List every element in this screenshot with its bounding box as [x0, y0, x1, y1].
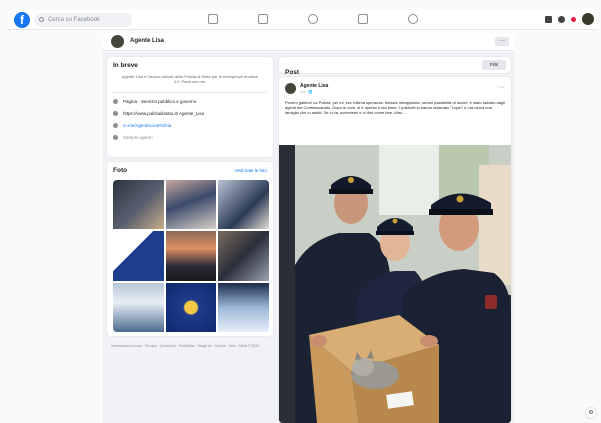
post-author-name[interactable]: Agente Lisa [300, 83, 328, 89]
profile-avatar[interactable] [111, 35, 124, 48]
search-input[interactable]: Cerca su Facebook [34, 13, 132, 27]
post-photo[interactable] [279, 145, 511, 423]
intro-card: In breve Agente Lisa è l'amica virtuale … [107, 57, 273, 157]
photo-thumbnail[interactable] [218, 180, 269, 230]
account-avatar[interactable] [582, 13, 594, 25]
post-card: Agente Lisa 4 d · 🌐 ··· Povero gattino! … [279, 77, 511, 423]
messenger-icon[interactable] [558, 15, 565, 23]
photo-thumbnail[interactable] [165, 180, 217, 230]
globe-icon [113, 135, 118, 140]
notifications-icon[interactable] [571, 16, 576, 22]
info-row-messenger[interactable]: m.me/AgenteLisaPolizia [113, 123, 267, 128]
chat-settings-icon[interactable]: ⚙ [586, 408, 596, 418]
post-options-icon[interactable]: ··· [498, 84, 505, 91]
main-nav [208, 14, 418, 26]
profile-main-content: In breve Agente Lisa è l'amica virtuale … [103, 52, 515, 423]
photo-thumbnail[interactable] [218, 231, 269, 281]
profile-name[interactable]: Agente Lisa [130, 38, 164, 44]
search-icon [39, 17, 44, 22]
photo-grid [113, 180, 269, 332]
menu-icon[interactable] [545, 15, 552, 23]
page-icon [113, 99, 118, 104]
facebook-page-screenshot: f Cerca su Facebook Agente Lisa ··· In b… [0, 0, 601, 423]
intro-bio: Agente Lisa è l'amica virtuale della Pol… [121, 74, 259, 84]
photos-header: Foto Vedi tutte le foto [113, 167, 267, 174]
info-row-hours: Sempre aperto [113, 135, 267, 140]
facebook-logo[interactable]: f [14, 12, 30, 28]
groups-icon[interactable] [358, 14, 368, 24]
gaming-icon[interactable] [408, 14, 418, 24]
post-author-avatar[interactable] [285, 83, 296, 94]
post-timestamp[interactable]: 4 d · 🌐 [300, 90, 312, 94]
info-website-text[interactable]: https://www.poliziadistato.it/ Agente_Li… [123, 111, 204, 116]
messenger-icon [113, 123, 118, 128]
info-row-category: Pagina · Servizio pubblico e governo [113, 99, 267, 104]
info-row-website[interactable]: https://www.poliziadistato.it/ Agente_Li… [113, 111, 267, 116]
photo-thumbnail[interactable] [165, 231, 217, 281]
divider [113, 92, 267, 93]
photo-thumbnail[interactable] [165, 282, 217, 332]
info-category-text: Pagina · Servizio pubblico e governo [123, 99, 197, 104]
marketplace-icon[interactable] [308, 14, 318, 24]
post-header: Agente Lisa 4 d · 🌐 ··· [285, 82, 505, 96]
post-text: Povero gattino! La Polizia, per lui, era… [285, 100, 505, 116]
account-controls [545, 13, 594, 25]
photo-thumbnail[interactable] [113, 231, 164, 281]
photos-card: Foto Vedi tutte le foto [107, 162, 273, 336]
link-icon [113, 111, 118, 116]
filters-button[interactable]: Filtri [482, 60, 506, 70]
video-icon[interactable] [258, 14, 268, 24]
police-officers-with-kitten-photo [279, 145, 511, 423]
search-placeholder: Cerca su Facebook [48, 17, 101, 23]
intro-title: In breve [113, 62, 138, 69]
profile-header-strip: Agente Lisa ··· [103, 33, 515, 51]
photo-thumbnail[interactable] [113, 180, 164, 230]
photo-thumbnail[interactable] [218, 282, 269, 332]
page-footer-links[interactable]: Informazioni sul sito · Privacy · Condiz… [111, 344, 271, 349]
see-all-photos-link[interactable]: Vedi tutte le foto [235, 168, 267, 173]
posts-header-card: Post Filtri [279, 57, 511, 76]
photo-thumbnail[interactable] [113, 282, 164, 332]
info-hours-text: Sempre aperto [123, 135, 153, 140]
more-options-button[interactable]: ··· [495, 37, 509, 46]
photos-title: Foto [113, 167, 128, 174]
home-icon[interactable] [208, 14, 218, 24]
top-navigation-bar: f Cerca su Facebook [8, 10, 598, 30]
info-messenger-text[interactable]: m.me/AgenteLisaPolizia [123, 123, 171, 128]
posts-title: Post [285, 69, 300, 76]
